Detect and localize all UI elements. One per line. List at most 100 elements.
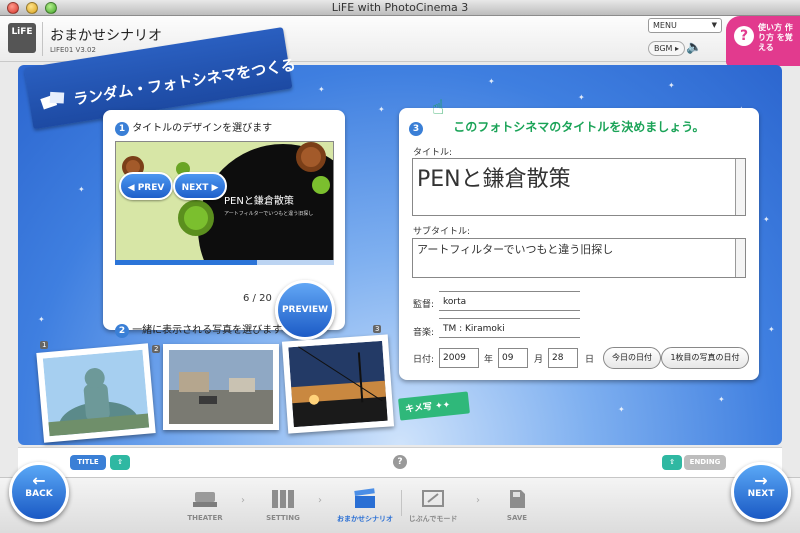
title-bar: LiFE with PhotoCinema 3 [0,0,800,16]
help-icon[interactable]: ? [393,455,407,469]
page-subtitle: LIFE01 V3.02 [50,46,96,54]
step-omakase[interactable]: おまかせシナリオ [330,488,400,524]
sparkle-icon: ✦ [78,185,85,194]
photo-stack-icon [40,91,65,110]
chevron-down-icon: ▼ [711,21,717,29]
step-theater[interactable]: THEATER [170,488,240,522]
step2-label: 一緒に表示される写真を選びます [132,325,283,336]
next-design-button[interactable]: NEXT ▶ [173,172,227,200]
music-label: 音楽: [413,328,435,338]
prev-button[interactable]: ◀ PREV [119,172,173,200]
help-tab[interactable]: ? 使い方 作り方 を覚える [726,16,800,66]
preview-title-text: PENと鎌倉散策 [224,196,294,207]
sparkle-icon: ✦ [578,93,585,102]
step-save-label: SAVE [506,514,528,522]
sparkle-icon: ✦ [718,395,725,404]
title-chip[interactable]: TITLE [70,455,106,470]
back-label: BACK [25,489,53,499]
step-omakase-label: おまかせシナリオ [337,515,393,523]
pointing-hand-icon: ☝ [432,95,445,119]
date-label: 日付: [413,355,435,365]
today-date-button[interactable]: 今日の日付 [603,347,661,369]
street-photo [169,350,273,424]
app-window: LiFE with PhotoCinema 3 LiFE おまかせシナリオ LI… [0,0,800,533]
photo-thumbnail[interactable] [36,343,156,447]
step-save[interactable]: SAVE [482,488,552,522]
step3-label: このフォトシネマのタイトルを決めましょう。 [453,120,705,134]
sparkle-icon: ✦ [318,85,325,94]
question-icon: ? [734,26,754,46]
bgm-button[interactable]: BGM ▸ [648,41,686,56]
speaker-icon[interactable]: 🔈 [686,40,702,55]
chevron-right-icon: › [241,495,245,506]
title-preview[interactable]: PENと鎌倉散策 アートフィルターでいつもと違う旧探し [115,141,334,265]
preview-button[interactable]: PREVIEW [275,280,335,340]
month-field[interactable]: 09 [498,348,528,368]
flower-decoration [178,200,214,236]
subtitle-field-scrollbar[interactable] [735,239,745,277]
sparkle-icon: ✦ [618,405,625,414]
step3-heading: 3 このフォトシネマのタイトルを決めましょう。 [409,118,704,136]
step2-number: 2 [115,324,129,338]
theater-icon [193,492,217,507]
photo-thumbnail[interactable] [163,344,279,430]
back-button[interactable]: ← BACK [9,462,69,522]
director-label: 監督: [413,300,435,310]
day-unit: 日 [585,355,595,365]
year-field[interactable]: 2009 [439,348,479,368]
menu-label: MENU [653,21,677,30]
menu-dropdown[interactable]: MENU ▼ [648,18,722,33]
subtitle-field[interactable]: アートフィルターでいつもと違う旧探し [412,238,746,278]
photo-number: 2 [152,345,161,353]
step3-number: 3 [409,122,423,136]
preview-subtitle-text: アートフィルターでいつもと違う旧探し [224,211,314,217]
next-label: NEXT [747,489,775,499]
design-counter: 6 / 20 [243,293,272,304]
photo-number: 1 [40,341,49,349]
director-field[interactable]: korta [439,291,580,311]
page-title: おまかせシナリオ [50,28,162,44]
title-field-value: PENと鎌倉散策 [417,167,571,192]
photo-thumbnail[interactable] [281,334,395,434]
arrow-left-icon: ← [32,471,46,490]
ending-chip[interactable]: ENDING [684,455,726,470]
bgm-label: BGM [654,44,673,53]
sparkle-icon: ✦ [378,105,385,114]
title-field-label: タイトル: [413,148,453,158]
step-jibun[interactable]: じぶんでモード [398,488,468,524]
sunset-photo [288,340,388,428]
design-progress-fill [115,260,258,265]
step-theater-label: THEATER [187,514,223,522]
header-divider [42,22,43,56]
save-icon [510,490,525,508]
chevron-right-icon: › [318,495,322,506]
step-jibun-label: じぶんでモード [408,515,458,523]
sparkle-icon: ✦ [763,215,770,224]
sparkle-icon: ✦ [38,315,45,324]
edit-mode-icon [422,490,444,507]
add-photo-icon[interactable]: ⇧ [662,455,682,470]
life-logo: LiFE [8,23,36,53]
add-photo-icon[interactable]: ⇧ [110,455,130,470]
first-photo-date-button[interactable]: 1枚目の写真の日付 [661,347,749,369]
subtitle-field-label: サブタイトル: [413,227,471,237]
music-field[interactable]: TM : Kiramoki [439,318,580,338]
step-setting-label: SETTING [266,514,300,522]
arrow-right-icon: → [754,471,768,490]
clapper-icon [354,488,375,508]
step1-heading: 1 タイトルのデザインを選びます [115,119,272,136]
sparkle-icon: ✦ [488,77,495,86]
day-field[interactable]: 28 [548,348,578,368]
design-progress-bar [115,260,334,265]
chevron-right-icon: › [476,495,480,506]
buddha-photo [42,349,150,447]
kimemoji-label: キメ写 [404,402,433,415]
next-button[interactable]: → NEXT [731,462,791,522]
sparkle-icon: ✦ [768,325,775,334]
step-setting[interactable]: SETTING [248,488,318,522]
year-unit: 年 [484,355,494,365]
title-field-scrollbar[interactable] [735,159,745,215]
setting-icon [272,490,294,508]
title-field[interactable]: PENと鎌倉散策 [412,158,746,216]
flower-decoration [296,142,326,172]
